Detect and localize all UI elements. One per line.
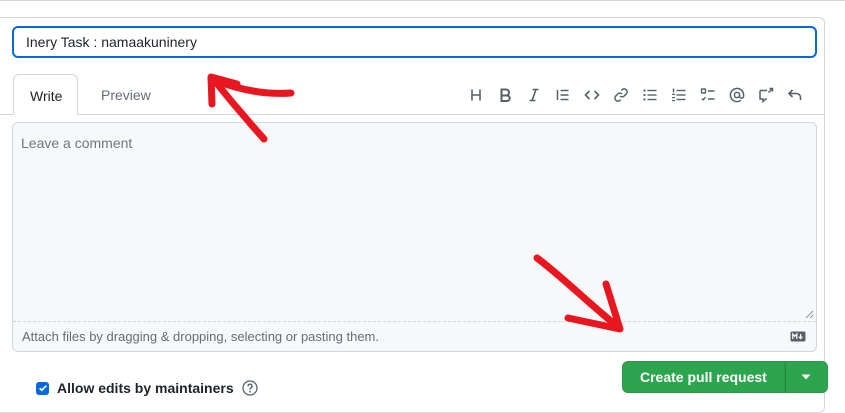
top-divider (0, 0, 845, 1)
italic-icon[interactable] (520, 84, 548, 106)
undo-icon[interactable] (781, 84, 809, 106)
link-icon[interactable] (607, 84, 635, 106)
quote-icon[interactable] (549, 84, 577, 106)
tab-preview[interactable]: Preview (85, 74, 167, 114)
allow-edits-row: Allow edits by maintainers (36, 378, 258, 398)
comment-editor: Attach files by dragging & dropping, sel… (12, 122, 817, 352)
create-pull-request-button[interactable]: Create pull request (622, 361, 785, 393)
create-pr-button-group: Create pull request (622, 361, 828, 393)
tab-write[interactable]: Write (13, 74, 78, 115)
attach-files-text: Attach files by dragging & dropping, sel… (22, 329, 379, 344)
allow-edits-checkbox[interactable] (36, 381, 49, 395)
mention-icon[interactable] (723, 84, 751, 106)
markdown-icon (790, 331, 806, 342)
task-list-icon[interactable] (694, 84, 722, 106)
attach-files-bar[interactable]: Attach files by dragging & dropping, sel… (13, 321, 816, 351)
triangle-down-icon (801, 374, 811, 380)
ordered-list-icon[interactable] (665, 84, 693, 106)
reference-icon[interactable] (752, 84, 780, 106)
comment-textarea[interactable] (13, 123, 816, 321)
resize-handle-icon[interactable] (804, 309, 814, 319)
allow-edits-label: Allow edits by maintainers (57, 380, 234, 396)
create-pr-dropdown-button[interactable] (784, 361, 828, 393)
heading-icon[interactable] (462, 84, 490, 106)
question-icon[interactable] (241, 380, 258, 396)
unordered-list-icon[interactable] (636, 84, 664, 106)
code-icon[interactable] (578, 84, 606, 106)
bold-icon[interactable] (491, 84, 519, 106)
pr-title-input[interactable] (12, 26, 817, 58)
